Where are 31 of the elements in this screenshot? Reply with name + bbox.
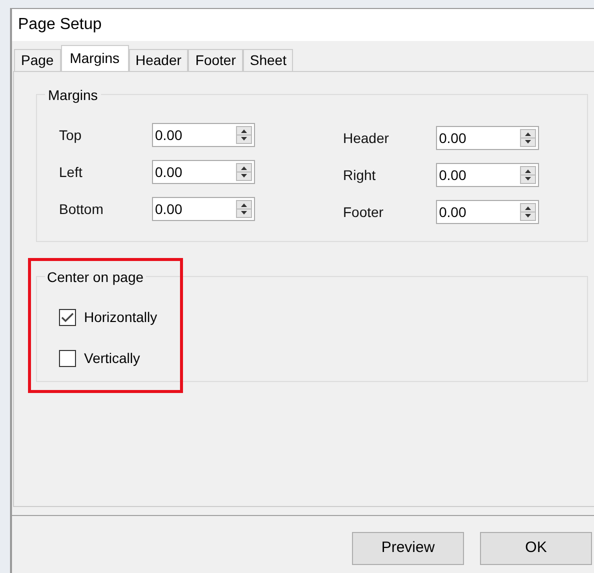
field-label: Top <box>59 126 83 145</box>
field-label: Bottom <box>59 200 104 218</box>
spinner-icon <box>520 129 536 147</box>
checkbox[interactable] <box>59 350 76 367</box>
spinner-icon <box>236 163 252 181</box>
dialog-button[interactable]: Preview <box>352 532 464 565</box>
number-field[interactable]: 0.00 <box>152 160 255 184</box>
number-field[interactable]: 0.00 <box>152 197 255 221</box>
spinner-icon <box>236 200 252 218</box>
number-field[interactable]: 0.00 <box>152 123 255 147</box>
number-field[interactable]: 0.00 <box>436 126 539 150</box>
spinner-icon <box>520 203 536 221</box>
check-icon <box>61 312 74 323</box>
checkbox-label: Vertically <box>84 349 140 368</box>
field-label: Header <box>343 128 390 148</box>
tab[interactable]: Sheet <box>242 49 294 71</box>
field-label: Footer <box>343 202 384 222</box>
tab[interactable]: Header <box>128 49 188 71</box>
spinner-icon <box>236 126 252 144</box>
field-label: Left <box>59 162 84 182</box>
dialog-button[interactable]: OK <box>480 532 592 565</box>
number-field[interactable]: 0.00 <box>436 163 539 187</box>
checkbox[interactable] <box>59 309 76 326</box>
field-label: Right <box>343 166 377 185</box>
spinner-icon <box>520 166 536 184</box>
checkbox-label: Horizontally <box>84 308 158 327</box>
tab[interactable]: Margins <box>60 45 128 71</box>
number-field[interactable]: 0.00 <box>436 200 539 224</box>
tab[interactable]: Page <box>14 49 61 71</box>
tab[interactable]: Footer <box>188 49 243 71</box>
window-title: Page Setup <box>18 15 102 35</box>
